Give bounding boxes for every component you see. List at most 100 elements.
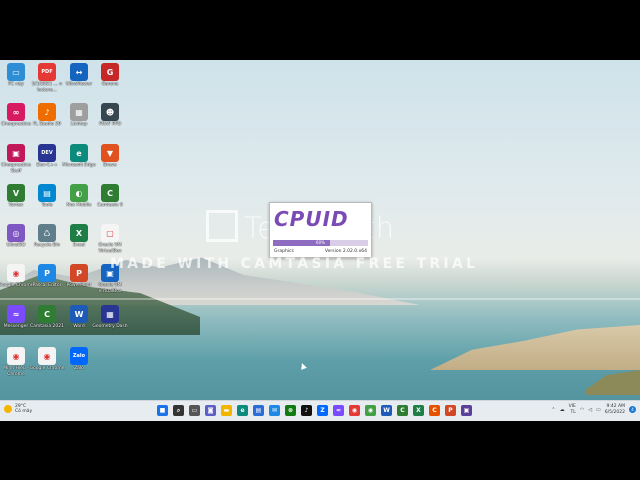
taskbar-edge-icon[interactable]: e [237, 405, 248, 416]
language-indicator[interactable]: VIE TL [569, 404, 576, 415]
desktop-icon-label: Tools [41, 203, 53, 208]
app-icon: ◉ [38, 347, 56, 365]
app-icon: ▼ [101, 144, 119, 162]
app-icon: P [38, 264, 56, 282]
app-icon: ◐ [70, 184, 88, 202]
techsmith-logo-icon [206, 210, 238, 242]
desktop-icon[interactable]: Zalo Zalo [61, 347, 97, 372]
notification-badge[interactable]: 4 [629, 406, 636, 413]
desktop-icon-label: Recycle Bin [34, 243, 60, 248]
taskbar-word-icon[interactable]: W [381, 405, 392, 416]
taskbar-file-explorer-icon[interactable]: ▬ [221, 405, 232, 416]
desktop-icon-label: Excel [73, 243, 85, 248]
mouse-cursor-icon [299, 362, 307, 370]
desktop-icon[interactable]: G Garena [92, 63, 128, 88]
desktop-icon-label: Garena [101, 82, 119, 87]
cpuid-splash-window: CPUID 60% Graphics Version 2.02.0.x64 [269, 202, 372, 258]
wifi-icon[interactable]: ◠ [580, 407, 584, 413]
taskbar-powerpoint-icon[interactable]: P [445, 405, 456, 416]
desktop-icon[interactable]: ▦ Geometry Dash [92, 305, 128, 330]
app-icon: P [70, 264, 88, 282]
app-icon: C [38, 305, 56, 323]
desktop-icon-label: Google Chrome [29, 366, 65, 371]
app-icon: ☻ [101, 103, 119, 121]
app-icon: G [101, 63, 119, 81]
desktop-icon-label: FNAF PPO [98, 122, 122, 127]
taskbar-excel-icon[interactable]: X [413, 405, 424, 416]
desktop-icon-label: Word [73, 324, 85, 329]
app-icon: ▣ [7, 144, 25, 162]
weather-desc: Có mây [15, 409, 33, 414]
desktop-icon[interactable]: C Camtasia 2021 [29, 305, 65, 330]
taskbar-store-icon[interactable]: ▤ [253, 405, 264, 416]
app-icon: Zalo [70, 347, 88, 365]
desktop-icon-label: Geometry Dash [92, 324, 128, 329]
app-icon: ≈ [7, 305, 25, 323]
camtasia-trial-watermark: MADE WITH CAMTASIA FREE TRIAL [110, 256, 479, 272]
language-code: VIE [568, 404, 576, 409]
taskbar-search-icon[interactable]: ⌕ [173, 405, 184, 416]
splash-version: Version 2.02.0.x64 [324, 249, 367, 254]
taskbar-task-view-icon[interactable]: ▭ [189, 405, 200, 416]
taskbar-chrome-icon[interactable]: ◉ [349, 405, 360, 416]
battery-icon[interactable]: ▭ [596, 407, 601, 413]
desktop-icon[interactable]: P Pascal Editor [29, 264, 65, 289]
taskbar-chat-icon[interactable]: ◙ [205, 405, 216, 416]
taskbar-cpuid-icon[interactable]: ▣ [461, 405, 472, 416]
taskbar-xbox-icon[interactable]: ⊗ [285, 405, 296, 416]
desktop-icon-label: UltraISO [6, 243, 26, 248]
desktop-icon[interactable]: DEV Dev-C++ [29, 144, 65, 169]
desktop-icon-label: Dev-C++ [36, 163, 58, 168]
app-icon: ∞ [7, 103, 25, 121]
app-icon: ◉ [7, 347, 25, 365]
clock-date: 6/5/2022 [604, 409, 625, 415]
desktop-icon-label: Oracle VM VirtualBox [98, 243, 122, 254]
desktop: ▭ PC này PDF 5/1/2021 ... n lecture... ↔ Ultr… [0, 60, 640, 420]
desktop-icon-label: Vortex [8, 203, 24, 208]
app-icon: ▤ [38, 184, 56, 202]
app-icon: W [70, 305, 88, 323]
app-icon: e [70, 144, 88, 162]
splash-status-text: Graphics [274, 249, 294, 254]
taskbar-chrome-2-icon[interactable]: ◉ [365, 405, 376, 416]
desktop-icon[interactable]: ◉ Google Chrome [29, 347, 65, 372]
app-icon: DEV [38, 144, 56, 162]
clock[interactable]: 9:42 AM 6/5/2022 [605, 404, 625, 415]
taskbar-camtasia-2-icon[interactable]: C [429, 405, 440, 416]
app-icon: X [70, 224, 88, 242]
desktop-icon-label: FL Studio 20 [32, 122, 61, 127]
desktop-icon-label: Camtasia 2021 [29, 324, 65, 329]
tray-cloud-icon[interactable]: ☁ [560, 407, 565, 413]
tray-chevron-icon[interactable]: ⌃ [551, 407, 555, 413]
app-icon: ♺ [38, 224, 56, 242]
desktop-icon-label: 5/1/2021 ... n lecture... [31, 82, 63, 93]
progress-label: 60% [316, 240, 325, 245]
desktop-icon[interactable]: ▤ Tools [29, 184, 65, 209]
desktop-icon-label: Nox Mobile [66, 203, 92, 208]
desktop-icon[interactable]: ▼ Brave [92, 144, 128, 169]
taskbar-messenger-icon[interactable]: ≈ [333, 405, 344, 416]
weather-widget[interactable]: 29°C Có mây [4, 404, 32, 414]
app-icon: ▭ [7, 63, 25, 81]
taskbar-camtasia-icon[interactable]: C [397, 405, 408, 416]
desktop-icon[interactable]: PDF 5/1/2021 ... n lecture... [29, 63, 65, 93]
desktop-icon[interactable]: ♪ FL Studio 20 [29, 103, 65, 128]
desktop-icon-label: Messenger [3, 324, 29, 329]
desktop-icon[interactable]: ☻ FNAF PPO [92, 103, 128, 128]
cpuid-logo: CPUID [274, 207, 349, 231]
taskbar-mail-icon[interactable]: ✉ [269, 405, 280, 416]
taskbar-zalo-icon[interactable]: Z [317, 405, 328, 416]
desktop-icon-label: Camtasia 9 [97, 203, 123, 208]
system-tray: ⌃ ☁ VIE TL ◠ ◁ ▭ 9:42 AM 6/5/2022 4 [551, 404, 636, 415]
shore-background [430, 325, 640, 370]
language-sub: TL [570, 409, 576, 415]
taskbar-tiktok-icon[interactable]: ♪ [301, 405, 312, 416]
taskbar-start-icon[interactable]: ■ [157, 405, 168, 416]
app-icon: ▢ [101, 224, 119, 242]
desktop-icon-label: PowerPoint [66, 283, 92, 288]
water-reflection [0, 298, 640, 300]
desktop-icon[interactable]: ♺ Recycle Bin [29, 224, 65, 249]
desktop-icon[interactable]: ▢ Oracle VM VirtualBox [92, 224, 128, 254]
volume-icon[interactable]: ◁ [588, 407, 592, 413]
desktop-icon[interactable]: C Camtasia 9 [92, 184, 128, 209]
